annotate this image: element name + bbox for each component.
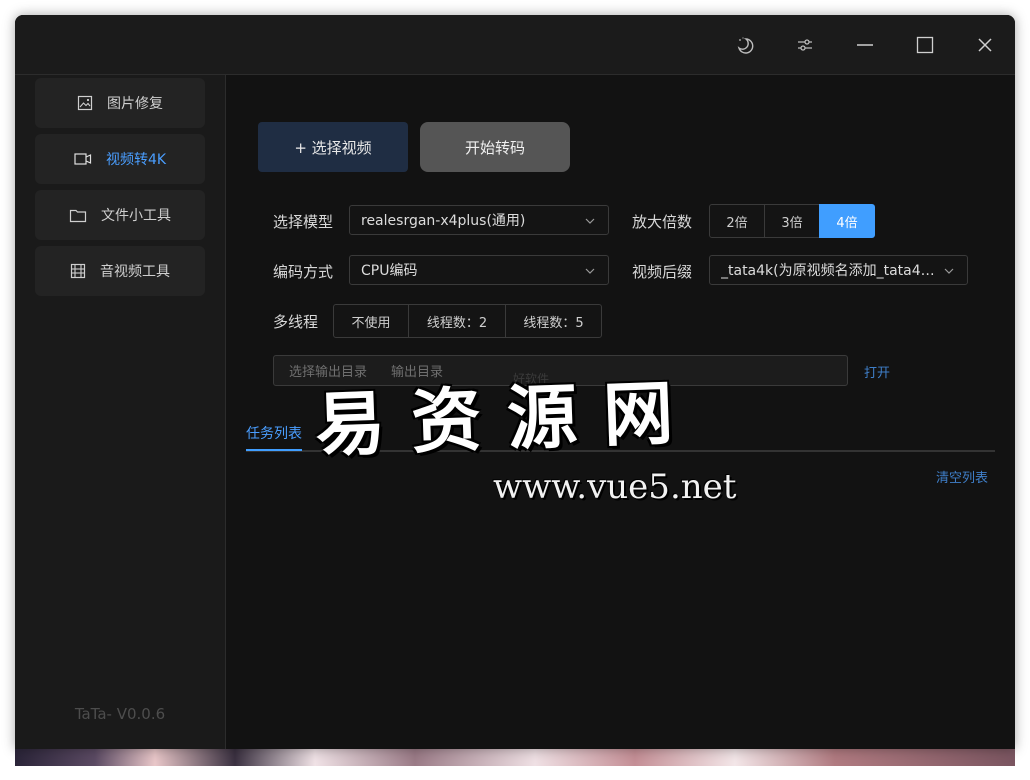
model-select-value: realesrgan-x4plus(通用) — [361, 213, 526, 229]
tab-task-list[interactable]: 任务列表 — [246, 423, 302, 443]
title-bar — [15, 15, 1015, 75]
chevron-down-icon — [944, 268, 954, 274]
select-video-button[interactable]: + 选择视频 — [258, 122, 408, 172]
clear-list-link[interactable]: 清空列表 — [936, 467, 988, 486]
scale-label: 放大倍数 — [632, 213, 693, 231]
thread-label: 多线程 — [273, 313, 319, 331]
close-icon[interactable] — [969, 29, 1001, 61]
video-icon — [74, 153, 92, 165]
film-icon — [70, 263, 86, 279]
chevron-down-icon — [585, 268, 595, 274]
minimize-icon[interactable] — [849, 29, 881, 61]
image-icon — [77, 95, 93, 111]
scale-option-4x[interactable]: 4倍 — [819, 204, 875, 238]
sidebar-item-label: 图片修复 — [107, 96, 163, 112]
sidebar-item-video-4k[interactable]: 视频转4K — [35, 134, 205, 184]
encode-select[interactable]: CPU编码 — [349, 255, 609, 285]
watermark-url: www.vue5.net — [493, 467, 737, 507]
sliders-icon[interactable] — [789, 29, 821, 61]
sidebar-item-label: 视频转4K — [105, 152, 167, 168]
open-folder-link[interactable]: 打开 — [864, 362, 890, 381]
suffix-select-value: _tata4k(为原视频名添加_tata4k... — [721, 263, 943, 279]
scale-segmented: 2倍 3倍 4倍 — [709, 204, 875, 238]
sidebar: 图片修复 视频转4K 文件小工具 音视频工具 TaTa- V0.0.6 — [15, 75, 226, 749]
encode-select-value: CPU编码 — [361, 263, 418, 279]
maximize-icon[interactable] — [909, 29, 941, 61]
sidebar-item-image-repair[interactable]: 图片修复 — [35, 78, 205, 128]
sidebar-item-av-tools[interactable]: 音视频工具 — [35, 246, 205, 296]
app-window: 图片修复 视频转4K 文件小工具 音视频工具 TaTa- V0.0.6 + 选择… — [15, 15, 1015, 749]
model-label: 选择模型 — [273, 213, 334, 231]
moon-icon[interactable] — [728, 29, 760, 61]
thread-segmented: 不使用 线程数：2 线程数：5 — [333, 304, 602, 338]
suffix-select[interactable]: _tata4k(为原视频名添加_tata4k... — [709, 255, 968, 285]
sidebar-item-label: 文件小工具 — [101, 208, 171, 224]
scale-option-3x[interactable]: 3倍 — [764, 204, 820, 238]
thread-option-none[interactable]: 不使用 — [333, 304, 409, 338]
tab-active-indicator — [246, 449, 302, 451]
suffix-label: 视频后缀 — [632, 263, 693, 281]
start-transcode-button[interactable]: 开始转码 — [420, 122, 570, 172]
version-label: TaTa- V0.0.6 — [74, 705, 166, 723]
chevron-down-icon — [585, 218, 595, 224]
encode-label: 编码方式 — [273, 263, 334, 281]
sidebar-item-label: 音视频工具 — [100, 264, 170, 280]
thread-option-2[interactable]: 线程数：2 — [408, 304, 506, 338]
scale-option-2x[interactable]: 2倍 — [709, 204, 765, 238]
thread-option-5[interactable]: 线程数：5 — [505, 304, 602, 338]
model-select[interactable]: realesrgan-x4plus(通用) — [349, 205, 609, 235]
watermark-title: 易资源网 — [313, 370, 701, 467]
folder-icon — [69, 209, 87, 222]
sidebar-item-file-tools[interactable]: 文件小工具 — [35, 190, 205, 240]
